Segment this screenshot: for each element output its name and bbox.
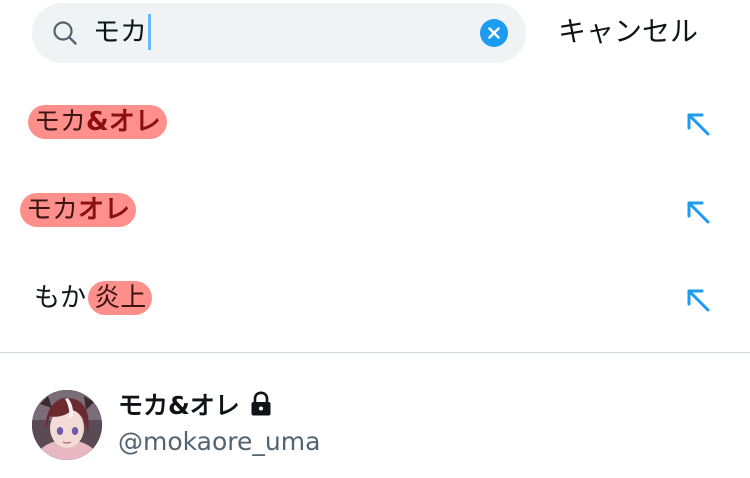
suggestion-highlight: モカ&オレ [28, 105, 167, 139]
account-display-name: モカ&オレ [118, 391, 240, 420]
suggestion-highlight: 炎上 [88, 281, 153, 315]
suggestion-part: モカ [34, 107, 87, 137]
account-handle: @mokaore_uma [118, 427, 321, 456]
suggestion-part: もか [34, 283, 95, 313]
search-screen: モカ キャンセル モカ&オレ モカオレ もか 炎上 モカ&オレ @mokaore… [0, 0, 750, 478]
suggestion-part: &オレ [86, 107, 161, 137]
divider [0, 352, 750, 353]
clear-search-button[interactable] [480, 19, 508, 47]
search-bar[interactable]: モカ [32, 3, 526, 63]
search-icon [53, 21, 77, 45]
avatar-image [32, 390, 102, 460]
account-name: モカ&オレ [118, 390, 272, 422]
suggestion-part: オレ [78, 195, 131, 225]
suggestion-part: モカ [26, 195, 79, 225]
suggestion-part: 炎上 [94, 283, 147, 313]
search-query: モカ [93, 17, 147, 48]
text-caret [148, 13, 151, 50]
close-icon [488, 27, 500, 39]
suggestion-item[interactable]: もか 炎上 [0, 254, 750, 342]
suggestion-label: モカ&オレ [28, 104, 167, 140]
suggestion-highlight: モカオレ [20, 193, 137, 227]
avatar[interactable] [32, 390, 102, 460]
suggestion-label: モカオレ [20, 192, 137, 228]
suggestion-item[interactable]: モカオレ [0, 166, 750, 254]
arrow-up-left-icon[interactable] [684, 110, 712, 138]
arrow-up-left-icon[interactable] [684, 286, 712, 314]
suggestion-item[interactable]: モカ&オレ [0, 78, 750, 166]
search-input[interactable]: モカ [93, 13, 151, 51]
suggestion-label: もか 炎上 [34, 280, 153, 316]
lock-icon [251, 391, 271, 416]
account-result[interactable]: モカ&オレ @mokaore_uma [0, 372, 750, 472]
cancel-button[interactable]: キャンセル [558, 14, 698, 50]
arrow-up-left-icon[interactable] [684, 198, 712, 226]
